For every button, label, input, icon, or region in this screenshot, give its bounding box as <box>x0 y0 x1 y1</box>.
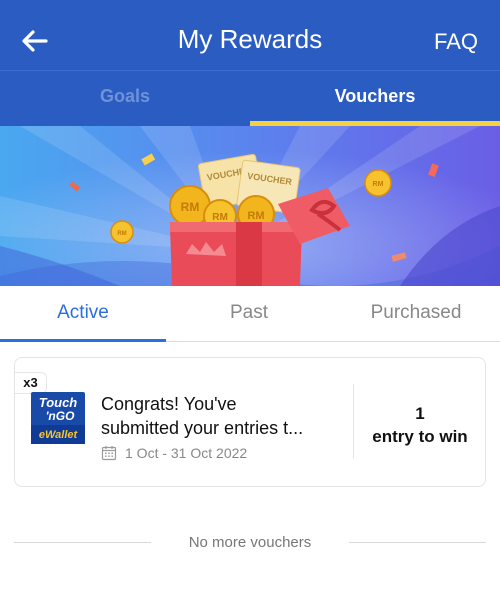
svg-text:RM: RM <box>247 210 264 222</box>
svg-text:Touch: Touch <box>39 395 78 410</box>
svg-text:RM: RM <box>117 231 126 237</box>
subtab-purchased[interactable]: Purchased <box>332 286 500 342</box>
entry-number: 1 <box>415 404 425 423</box>
tab-vouchers[interactable]: Vouchers <box>250 71 500 127</box>
entry-label: entry to win <box>372 427 468 446</box>
faq-link[interactable]: FAQ <box>434 29 478 55</box>
calendar-icon <box>101 446 117 461</box>
subtab-indicator <box>0 339 166 342</box>
svg-text:RM: RM <box>373 181 384 188</box>
rewards-banner: VOUCHER VOUCHER RM RM RM RM RM <box>0 126 500 286</box>
quantity-badge: x3 <box>15 372 47 394</box>
divider-line <box>14 542 151 543</box>
subtab-past[interactable]: Past <box>166 286 332 342</box>
voucher-title-line: submitted your entries t... <box>101 418 304 438</box>
coin: RM <box>110 220 134 244</box>
touch-n-go-ewallet-logo: Touch 'nGO eWallet <box>31 392 85 444</box>
divider-line <box>349 542 486 543</box>
svg-text:'nGO: 'nGO <box>46 409 76 423</box>
coin: RM <box>364 169 392 197</box>
banner-illustration: VOUCHER VOUCHER RM RM RM RM RM <box>0 126 500 286</box>
rewards-tabs: Goals Vouchers <box>0 70 500 126</box>
no-more-vouchers-text: No more vouchers <box>188 534 312 551</box>
voucher-title: Congrats! You've submitted your entries … <box>101 392 341 440</box>
svg-text:RM: RM <box>181 200 200 214</box>
voucher-status-tabs: Active Past Purchased <box>0 286 500 342</box>
subtab-active[interactable]: Active <box>0 286 166 342</box>
end-of-list: No more vouchers <box>0 532 500 554</box>
date-range: 1 Oct - 31 Oct 2022 <box>125 445 248 461</box>
top-app-bar: My Rewards FAQ <box>0 0 500 70</box>
tab-goals[interactable]: Goals <box>0 71 250 127</box>
svg-text:eWallet: eWallet <box>39 429 79 441</box>
voucher-card[interactable]: x3 Touch 'nGO eWallet Congrats! You've s… <box>14 357 486 487</box>
voucher-title-line: Congrats! You've <box>101 394 237 414</box>
page-title: My Rewards <box>177 24 323 54</box>
svg-text:RM: RM <box>212 212 228 223</box>
entry-count: 1 entry to win <box>354 402 486 448</box>
